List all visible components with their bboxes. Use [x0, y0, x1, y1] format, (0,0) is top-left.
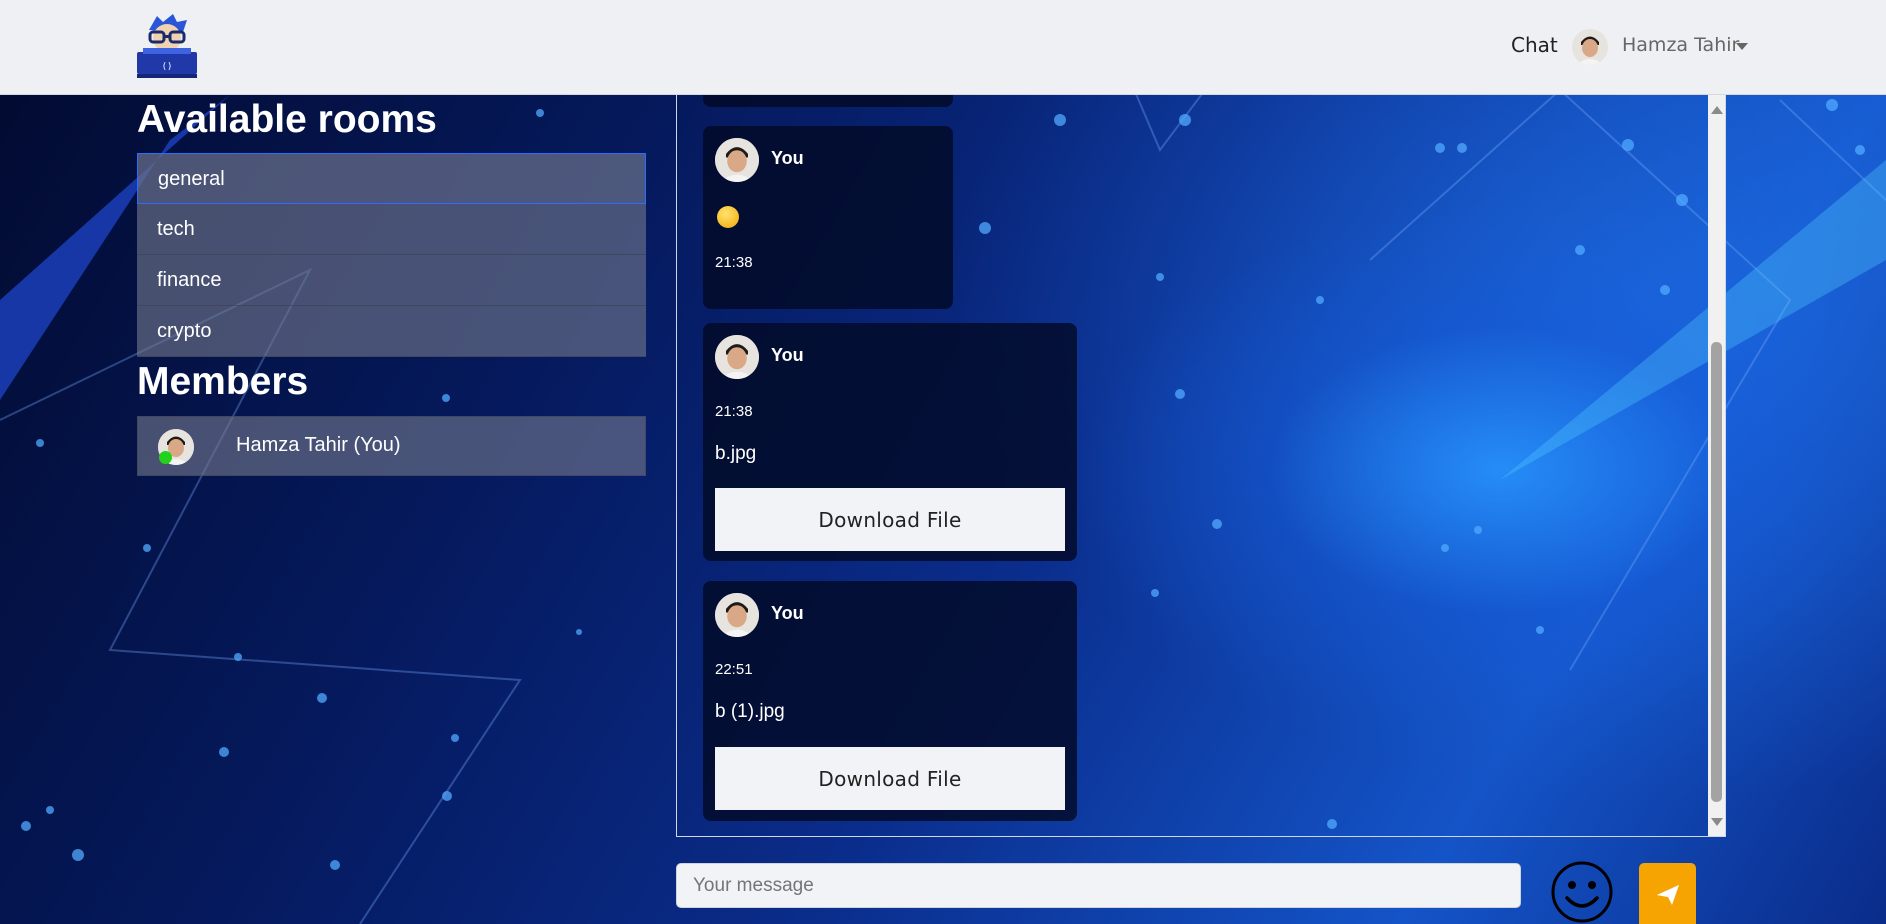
user-menu-name[interactable]: Hamza Tahir [1622, 34, 1739, 56]
room-item-general[interactable]: general [137, 153, 646, 204]
member-item: Hamza Tahir (You) [137, 416, 646, 476]
message-card: You 22:51 b (1).jpg Download File [703, 581, 1077, 821]
message-sender: You [771, 603, 804, 623]
navbar: () Chat Hamza Tahir [0, 0, 1886, 95]
members-heading: Members [137, 360, 309, 403]
room-list: general tech finance crypto [137, 153, 646, 357]
scroll-down-arrow-icon[interactable] [1711, 818, 1723, 826]
member-name: Hamza Tahir (You) [236, 434, 401, 456]
scroll-up-arrow-icon[interactable] [1711, 106, 1723, 114]
message-time: 21:38 [715, 403, 753, 420]
message-time: 22:51 [715, 661, 753, 678]
rooms-heading: Available rooms [137, 98, 437, 141]
smiley-face-icon[interactable] [1550, 860, 1614, 924]
message-avatar [715, 593, 759, 637]
download-file-button[interactable]: Download File [715, 488, 1065, 551]
user-avatar[interactable] [1572, 29, 1608, 65]
chat-messages-panel[interactable]: You 21:38 You 21:38 b.jpg Download File [676, 95, 1726, 837]
file-name: b.jpg [715, 443, 757, 464]
message-sender: You [771, 345, 804, 365]
tongue-out-emoji-icon [717, 206, 739, 228]
room-item-tech[interactable]: tech [137, 204, 646, 255]
room-item-finance[interactable]: finance [137, 255, 646, 306]
message-input[interactable] [676, 863, 1521, 908]
file-name: b (1).jpg [715, 701, 785, 722]
download-file-button[interactable]: Download File [715, 747, 1065, 810]
message-time: 21:38 [715, 254, 753, 271]
online-status-icon [159, 451, 172, 464]
message-card: You 21:38 b.jpg Download File [703, 323, 1077, 561]
paper-plane-icon [1657, 885, 1679, 905]
coder-logo-icon[interactable]: () [135, 14, 199, 80]
send-button[interactable] [1639, 863, 1696, 924]
message-sender: You [771, 148, 804, 168]
message-avatar [715, 138, 759, 182]
message-card [703, 95, 953, 107]
svg-text:(): () [162, 62, 173, 72]
message-card: You 21:38 [703, 126, 953, 309]
chevron-down-icon[interactable] [1736, 43, 1748, 50]
message-avatar [715, 335, 759, 379]
nav-chat-link[interactable]: Chat [1511, 33, 1558, 57]
chat-scrollbar[interactable] [1708, 95, 1725, 836]
scroll-thumb[interactable] [1711, 342, 1722, 802]
room-item-crypto[interactable]: crypto [137, 306, 646, 357]
